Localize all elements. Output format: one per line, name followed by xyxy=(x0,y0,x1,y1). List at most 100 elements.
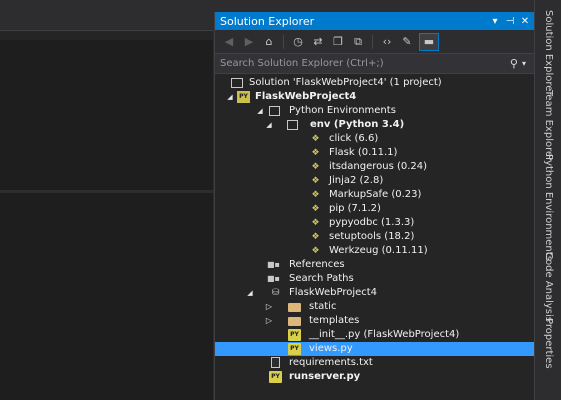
tree-item-label: Solution 'FlaskWebProject4' (1 project) xyxy=(249,77,442,88)
search-input[interactable]: Search Solution Explorer (Ctrl+;) xyxy=(220,58,510,69)
tree-item-label: Flask (0.11.1) xyxy=(329,147,398,158)
tree-item-label: Python Environments xyxy=(289,105,396,116)
tree-item-label: Search Paths xyxy=(289,273,354,284)
tree-item-views-py[interactable]: PY views.py xyxy=(215,342,534,356)
search-icon[interactable]: ⚲ xyxy=(510,57,518,70)
search-paths-icon: ■▪ xyxy=(267,274,280,283)
tree-item-label: env (Python 3.4) xyxy=(310,119,405,130)
preview-icon[interactable]: ▬ xyxy=(419,32,439,51)
environment-icon xyxy=(287,120,298,130)
expanded-arrow-icon[interactable]: ◢ xyxy=(225,90,235,104)
tree-item-references[interactable]: ■▪ References xyxy=(215,258,534,272)
tree-item-label: click (6.6) xyxy=(329,133,379,144)
tab-python-environments[interactable]: Python Environments xyxy=(535,154,561,261)
collapsed-arrow-icon[interactable]: ▷ xyxy=(264,314,274,328)
expanded-arrow-icon[interactable]: ◢ xyxy=(264,118,274,132)
tree-item-requirements-txt[interactable]: requirements.txt xyxy=(215,356,534,370)
expanded-arrow-icon[interactable]: ◢ xyxy=(245,286,255,300)
tree-item-label: templates xyxy=(309,315,360,326)
document-tab-bar xyxy=(0,0,213,30)
python-file-icon: PY xyxy=(269,371,282,383)
tree-item-label: References xyxy=(289,259,345,270)
tree-item-package[interactable]: ❖ click (6.6) xyxy=(215,132,534,146)
tree-item-package[interactable]: ❖ pip (7.1.2) xyxy=(215,202,534,216)
tree-item-package[interactable]: ❖ Jinja2 (2.8) xyxy=(215,174,534,188)
tree-item-label: MarkupSafe (0.23) xyxy=(329,189,422,200)
tree-item-label: setuptools (18.2) xyxy=(329,231,415,242)
collapse-icon[interactable]: ❐ xyxy=(330,34,346,50)
close-icon[interactable]: ✕ xyxy=(519,16,531,27)
code-view-icon[interactable]: ‹› xyxy=(379,34,395,50)
history-icon[interactable]: ◷ xyxy=(290,34,306,50)
package-folder-icon: ⛁ xyxy=(271,288,280,298)
pin-icon[interactable]: ⊣ xyxy=(504,16,516,27)
lower-pane[interactable] xyxy=(0,193,213,400)
package-icon: ❖ xyxy=(311,162,320,172)
package-icon: ❖ xyxy=(311,190,320,200)
sync-icon[interactable]: ⇄ xyxy=(310,34,326,50)
tree-item-solution[interactable]: Solution 'FlaskWebProject4' (1 project) xyxy=(215,76,534,90)
show-all-files-icon[interactable]: ⧉ xyxy=(350,34,366,50)
expanded-arrow-icon[interactable]: ◢ xyxy=(255,104,265,118)
panel-title: Solution Explorer xyxy=(220,14,315,28)
tab-properties[interactable]: Properties xyxy=(535,318,561,369)
package-icon: ❖ xyxy=(311,134,320,144)
python-project-icon: PY xyxy=(237,91,250,103)
tab-label: Python Environments xyxy=(543,154,554,261)
references-icon: ■▪ xyxy=(267,260,280,269)
tree-item-python-environments[interactable]: ◢ Python Environments xyxy=(215,104,534,118)
tab-solution-explorer[interactable]: Solution Explorer xyxy=(535,10,561,96)
solution-icon xyxy=(231,78,243,88)
tree-item-package-folder[interactable]: ◢ ⛁ FlaskWebProject4 xyxy=(215,286,534,300)
tree-item-package[interactable]: ❖ setuptools (18.2) xyxy=(215,230,534,244)
toolbar-separator xyxy=(372,34,373,49)
tree-item-label: FlaskWebProject4 xyxy=(289,287,378,298)
solution-explorer-titlebar: Solution Explorer ▾ ⊣ ✕ xyxy=(215,12,534,30)
side-tab-strip: Solution Explorer Team Explorer Python E… xyxy=(534,0,561,400)
environments-icon xyxy=(269,106,280,116)
search-box[interactable]: Search Solution Explorer (Ctrl+;) ⚲ ▾ xyxy=(215,54,534,74)
tree-item-env[interactable]: ◢ env (Python 3.4) xyxy=(215,118,534,132)
tree-item-templates-folder[interactable]: ▷ templates xyxy=(215,314,534,328)
solution-explorer-toolbar: ◀ ▶ ⌂ ◷ ⇄ ❐ ⧉ ‹› ✎ ▬ xyxy=(215,30,534,54)
home-icon[interactable]: ⌂ xyxy=(261,34,277,50)
solution-tree: Solution 'FlaskWebProject4' (1 project) … xyxy=(215,74,534,384)
solution-explorer-panel: Solution Explorer ▾ ⊣ ✕ ◀ ▶ ⌂ ◷ ⇄ ❐ ⧉ ‹›… xyxy=(214,12,534,400)
tab-code-analysis[interactable]: Code Analysis xyxy=(535,252,561,322)
tab-team-explorer[interactable]: Team Explorer xyxy=(535,90,561,161)
tree-item-label: FlaskWebProject4 xyxy=(255,91,357,102)
tree-item-search-paths[interactable]: ■▪ Search Paths xyxy=(215,272,534,286)
tree-item-package[interactable]: ❖ Flask (0.11.1) xyxy=(215,146,534,160)
tab-label: Properties xyxy=(543,318,554,369)
package-icon: ❖ xyxy=(311,232,320,242)
properties-icon[interactable]: ✎ xyxy=(399,34,415,50)
tree-item-label: __init__.py (FlaskWebProject4) xyxy=(309,329,460,340)
tree-item-package[interactable]: ❖ pypyodbc (1.3.3) xyxy=(215,216,534,230)
tree-item-package[interactable]: ❖ itsdangerous (0.24) xyxy=(215,160,534,174)
tree-item-package[interactable]: ❖ Werkzeug (0.11.11) xyxy=(215,244,534,258)
collapsed-arrow-icon[interactable]: ▷ xyxy=(264,300,274,314)
package-icon: ❖ xyxy=(311,246,320,256)
tree-item-init-py[interactable]: PY __init__.py (FlaskWebProject4) xyxy=(215,328,534,342)
tree-item-label: Jinja2 (2.8) xyxy=(329,175,384,186)
dropdown-arrow-icon[interactable]: ▾ xyxy=(489,16,501,27)
tree-item-static-folder[interactable]: ▷ static xyxy=(215,300,534,314)
toolbar-separator xyxy=(283,34,284,49)
search-options-icon[interactable]: ▾ xyxy=(522,59,526,68)
tree-item-label: Werkzeug (0.11.11) xyxy=(329,245,428,256)
python-file-icon: PY xyxy=(288,343,301,355)
back-icon[interactable]: ◀ xyxy=(221,34,237,50)
code-editor[interactable] xyxy=(0,40,213,190)
forward-icon[interactable]: ▶ xyxy=(241,34,257,50)
python-file-icon: PY xyxy=(288,329,301,341)
editor-area[interactable] xyxy=(0,0,213,400)
package-icon: ❖ xyxy=(311,218,320,228)
package-icon: ❖ xyxy=(311,204,320,214)
tree-item-package[interactable]: ❖ MarkupSafe (0.23) xyxy=(215,188,534,202)
package-icon: ❖ xyxy=(311,148,320,158)
tree-item-project[interactable]: ◢ PY FlaskWebProject4 xyxy=(215,90,534,104)
tree-item-label: pip (7.1.2) xyxy=(329,203,381,214)
tree-item-runserver-py[interactable]: PY runserver.py xyxy=(215,370,534,384)
text-file-icon xyxy=(271,357,280,368)
folder-icon xyxy=(288,317,301,326)
